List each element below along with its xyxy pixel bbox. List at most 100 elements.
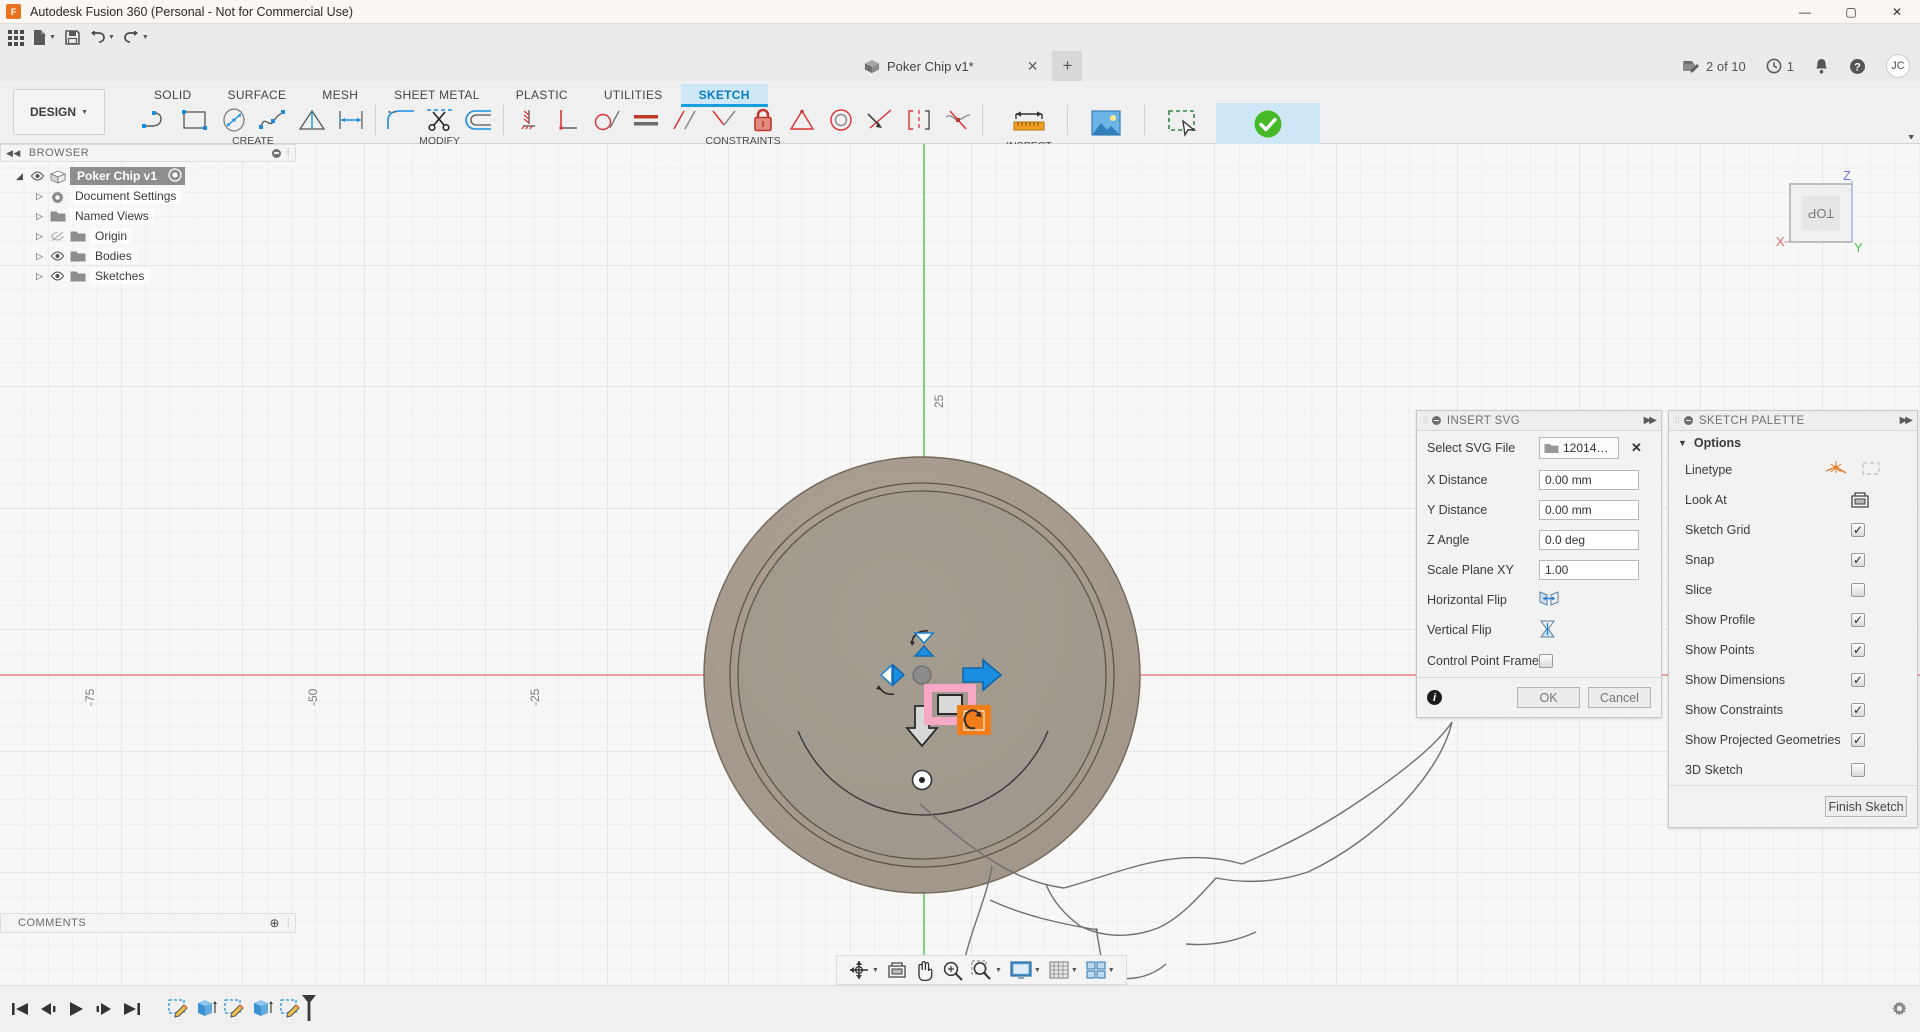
- view-cube[interactable]: TOP Z X Y: [1762, 166, 1884, 262]
- collapse-dot-icon[interactable]: [1432, 416, 1441, 425]
- timeline-node-extrude[interactable]: [250, 996, 274, 1022]
- display-settings-icon[interactable]: ▼: [1007, 957, 1044, 983]
- y-distance-input[interactable]: 0.00 mm: [1539, 500, 1639, 520]
- dimension-line-icon[interactable]: [331, 103, 370, 137]
- construction-line-icon[interactable]: [1825, 460, 1847, 480]
- skip-to-start-icon[interactable]: [8, 996, 32, 1022]
- app-grid-icon[interactable]: [4, 26, 27, 49]
- jobs-status[interactable]: 2 of 10: [1682, 58, 1746, 75]
- expand-triangle-icon[interactable]: ▷: [34, 191, 45, 202]
- expand-icon[interactable]: ▶▶: [1900, 415, 1911, 426]
- finish-sketch-palette-button[interactable]: Finish Sketch: [1825, 796, 1907, 817]
- show-constraints-checkbox[interactable]: ✓: [1851, 703, 1865, 717]
- document-tab[interactable]: Poker Chip v1* ✕: [852, 51, 1052, 81]
- step-back-icon[interactable]: [36, 996, 60, 1022]
- step-forward-icon[interactable]: [92, 996, 116, 1022]
- 3d-sketch-checkbox[interactable]: [1851, 763, 1865, 777]
- symmetry-icon[interactable]: [899, 103, 938, 137]
- redo-icon[interactable]: ▼: [120, 26, 152, 49]
- pan-icon[interactable]: [912, 957, 937, 983]
- zoom-icon[interactable]: [939, 957, 966, 983]
- timeline-marker[interactable]: [300, 993, 318, 1026]
- centerline-icon[interactable]: [1861, 460, 1881, 480]
- fix-lock-icon[interactable]: [743, 103, 782, 137]
- timeline-node-sketch[interactable]: [166, 996, 190, 1022]
- grid-snaps-icon[interactable]: ▼: [1046, 957, 1081, 983]
- play-icon[interactable]: [64, 996, 88, 1022]
- eye-hidden-icon[interactable]: [50, 230, 65, 242]
- ground-constraint-icon[interactable]: [509, 103, 548, 137]
- help-button[interactable]: ?: [1849, 58, 1866, 75]
- x-distance-input[interactable]: 0.00 mm: [1539, 470, 1639, 490]
- avatar[interactable]: JC: [1886, 54, 1910, 78]
- collinear-icon[interactable]: [860, 103, 899, 137]
- show-projected-geometries-checkbox[interactable]: ✓: [1851, 733, 1865, 747]
- save-icon[interactable]: [61, 26, 84, 49]
- minimize-button[interactable]: —: [1782, 0, 1828, 24]
- look-at-icon[interactable]: [1849, 491, 1871, 509]
- undo-icon[interactable]: ▼: [86, 26, 118, 49]
- tree-item-sketches[interactable]: ▷ Sketches: [10, 266, 296, 286]
- collapse-dot-icon[interactable]: [1684, 416, 1693, 425]
- offset-icon[interactable]: [459, 103, 498, 137]
- eye-visible-icon[interactable]: [50, 270, 65, 282]
- tree-item-origin[interactable]: ▷ Origin: [10, 226, 296, 246]
- slice-checkbox[interactable]: [1851, 583, 1865, 597]
- sketch-grid-checkbox[interactable]: ✓: [1851, 523, 1865, 537]
- control-point-frame-checkbox[interactable]: [1539, 654, 1553, 668]
- minimize-icon[interactable]: [272, 149, 281, 158]
- expand-triangle-icon[interactable]: ▷: [34, 251, 45, 262]
- rectangle-icon[interactable]: [175, 103, 214, 137]
- show-points-checkbox[interactable]: ✓: [1851, 643, 1865, 657]
- notifications-button[interactable]: [1814, 58, 1829, 75]
- ok-button[interactable]: OK: [1517, 687, 1580, 708]
- eye-visible-icon[interactable]: [30, 170, 45, 182]
- curvature-icon[interactable]: [938, 103, 977, 137]
- collapse-icon[interactable]: ◀◀: [6, 148, 21, 159]
- midpoint-icon[interactable]: [704, 103, 743, 137]
- comments-header[interactable]: COMMENTS ⊕ ⦙: [0, 913, 296, 933]
- expand-icon[interactable]: ▶▶: [1644, 415, 1655, 426]
- add-comment-icon[interactable]: ⊕: [269, 916, 280, 930]
- timeline-node-extrude[interactable]: [194, 996, 218, 1022]
- look-at-icon[interactable]: [884, 957, 910, 983]
- tangent-icon[interactable]: [587, 103, 626, 137]
- fillet-icon[interactable]: [381, 103, 420, 137]
- show-dimensions-checkbox[interactable]: ✓: [1851, 673, 1865, 687]
- show-profile-checkbox[interactable]: ✓: [1851, 613, 1865, 627]
- skip-to-end-icon[interactable]: [120, 996, 144, 1022]
- tree-item-named-views[interactable]: ▷ Named Views: [10, 206, 296, 226]
- expand-triangle-icon[interactable]: ▷: [34, 231, 45, 242]
- snap-checkbox[interactable]: ✓: [1851, 553, 1865, 567]
- trim-scissors-icon[interactable]: [420, 103, 459, 137]
- history-status[interactable]: 1: [1766, 58, 1794, 74]
- close-icon[interactable]: ✕: [1027, 58, 1039, 75]
- tree-item-document-settings[interactable]: ▷ Document Settings: [10, 186, 296, 206]
- insert-svg-header[interactable]: ⦙⦙ INSERT SVG ▶▶: [1417, 411, 1661, 431]
- vertical-flip-icon[interactable]: [1539, 620, 1556, 641]
- expand-triangle-icon[interactable]: ▷: [34, 271, 45, 282]
- new-tab-button[interactable]: +: [1052, 51, 1082, 81]
- coincident-icon[interactable]: [782, 103, 821, 137]
- z-angle-input[interactable]: 0.0 deg: [1539, 530, 1639, 550]
- tree-item-poker-chip[interactable]: ◢ Poker Chip v1: [10, 166, 296, 186]
- new-document-icon[interactable]: ▼: [29, 26, 59, 49]
- close-button[interactable]: ✕: [1874, 0, 1920, 24]
- parallel-icon[interactable]: [665, 103, 704, 137]
- options-section-header[interactable]: ▼ Options: [1669, 431, 1917, 455]
- cancel-button[interactable]: Cancel: [1588, 687, 1651, 708]
- activate-component-radio[interactable]: [168, 168, 182, 185]
- eye-visible-icon[interactable]: [50, 250, 65, 262]
- clear-file-icon[interactable]: ✕: [1631, 440, 1642, 456]
- orbit-icon[interactable]: ▼: [845, 957, 882, 983]
- horizontal-flip-icon[interactable]: [1539, 590, 1559, 610]
- expand-triangle-icon[interactable]: ▷: [34, 211, 45, 222]
- zoom-window-icon[interactable]: ▼: [968, 957, 1005, 983]
- expand-triangle-icon[interactable]: ◢: [14, 171, 25, 182]
- arc-icon[interactable]: [136, 103, 175, 137]
- concentric-icon[interactable]: [821, 103, 860, 137]
- equal-icon[interactable]: [626, 103, 665, 137]
- ellipse-icon[interactable]: [214, 103, 253, 137]
- viewports-icon[interactable]: ▼: [1083, 957, 1118, 983]
- select-svg-file-button[interactable]: 12014…: [1539, 437, 1619, 459]
